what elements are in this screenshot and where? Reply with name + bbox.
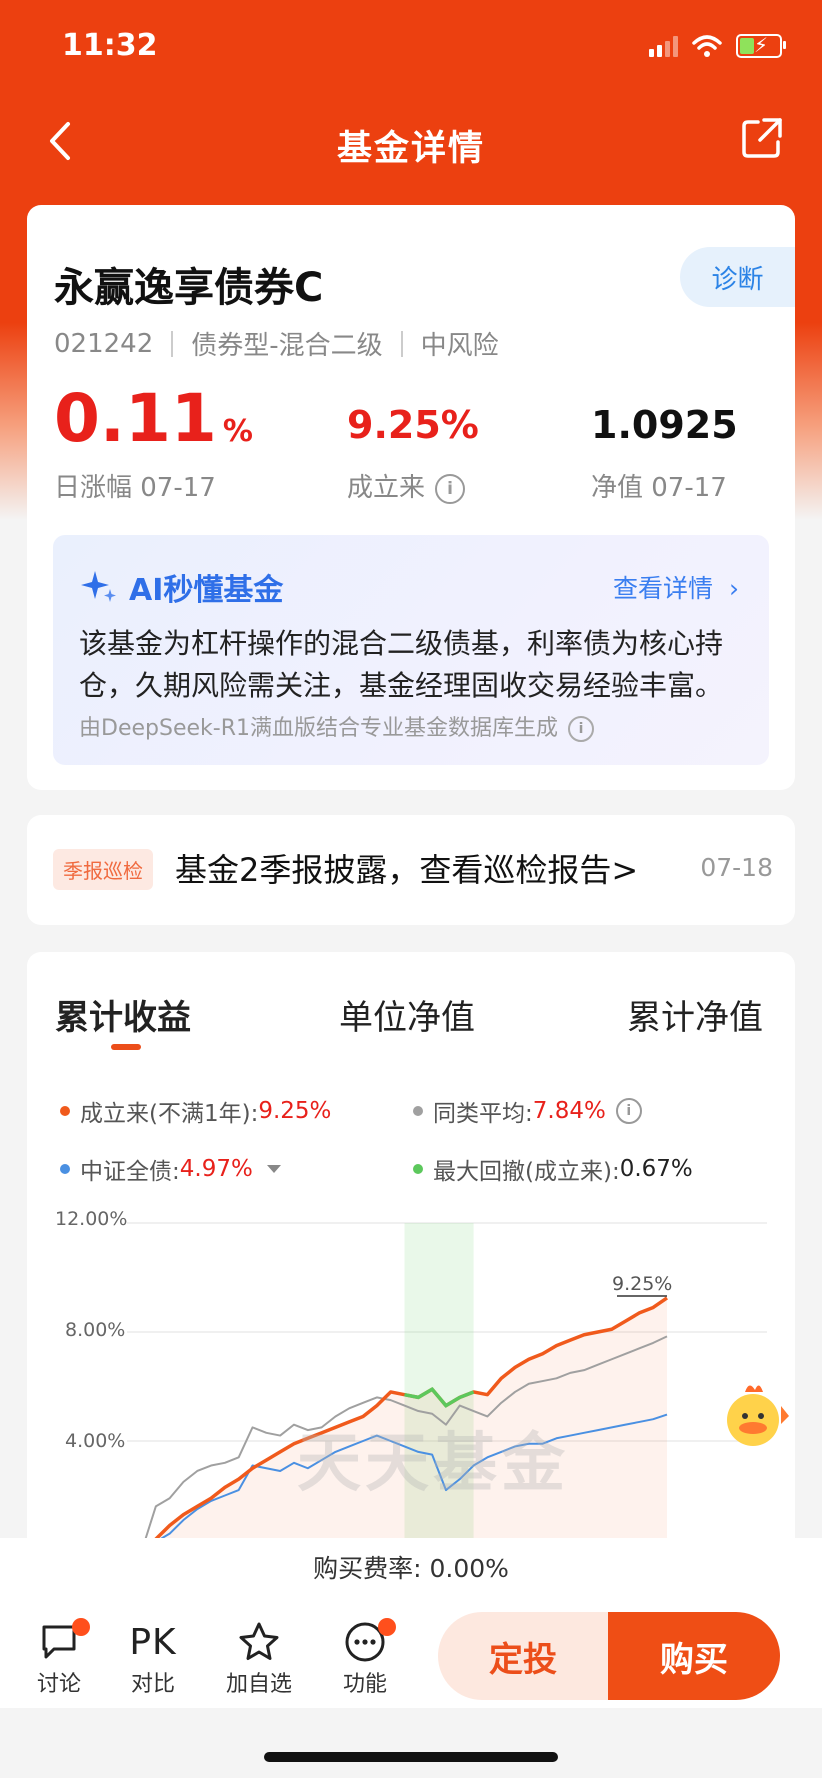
report-text: 基金2季报披露，查看巡检报告> xyxy=(175,851,639,889)
nav-bar: 基金详情 xyxy=(0,96,822,186)
fund-type: 债券型-混合二级 xyxy=(191,331,383,361)
ai-view-details-link[interactable]: 查看详情 › xyxy=(613,569,739,605)
compare-button[interactable]: PK 对比 xyxy=(108,1618,198,1698)
ai-footnote-text: 由DeepSeek-R1满血版结合专业基金数据库生成 xyxy=(79,716,558,741)
pk-icon: PK xyxy=(129,1621,177,1663)
discuss-label: 讨论 xyxy=(36,1672,81,1697)
ai-title-text: AI秒懂基金 xyxy=(129,573,284,608)
discuss-button[interactable]: 讨论 xyxy=(14,1618,104,1698)
since-inception-value: 9.25% xyxy=(347,403,479,447)
status-icons: ⚡ xyxy=(649,33,786,58)
nav-label: 净值 07-17 xyxy=(591,473,727,503)
fund-code: 021242 xyxy=(54,328,154,359)
ai-title: AI秒懂基金 xyxy=(79,565,283,609)
notification-dot xyxy=(378,1618,396,1636)
divider xyxy=(400,330,403,357)
watchlist-label: 加自选 xyxy=(225,1672,292,1697)
cellular-signal-icon xyxy=(649,35,678,57)
watermark: 天天基金 xyxy=(297,1427,569,1501)
info-icon[interactable]: i xyxy=(567,716,594,742)
chevron-right-icon: › xyxy=(729,574,739,603)
status-time: 11:32 xyxy=(62,28,158,63)
ai-footnote: 由DeepSeek-R1满血版结合专业基金数据库生成 i xyxy=(79,710,594,742)
bottom-action-bar: 讨论 PK 对比 加自选 功能 定投 购买 xyxy=(0,1600,822,1708)
functions-button[interactable]: 功能 xyxy=(320,1618,410,1698)
fund-meta: 021242 债券型-混合二级 中风险 xyxy=(54,325,499,362)
report-tag: 季报巡检 xyxy=(53,849,153,890)
divider xyxy=(171,330,174,357)
mascot-icon[interactable] xyxy=(715,1376,795,1456)
sparkle-icon xyxy=(81,571,116,602)
daily-change-label: 日涨幅 07-17 xyxy=(54,473,216,503)
fund-name: 永赢逸享债券C xyxy=(54,265,324,311)
daily-change: 0.11% xyxy=(54,380,253,457)
info-icon[interactable]: i xyxy=(435,473,466,504)
functions-label: 功能 xyxy=(342,1672,387,1697)
daily-change-value: 0.11 xyxy=(54,380,217,457)
ai-summary-box[interactable]: AI秒懂基金 查看详情 › 该基金为杠杆操作的混合二级债基，利率债为核心持仓，久… xyxy=(53,535,769,765)
since-inception-label: 成立来 i xyxy=(347,467,466,504)
diagnose-button[interactable]: 诊断 xyxy=(680,247,795,307)
nav-value: 1.0925 xyxy=(591,403,738,447)
ai-view-details-text: 查看详情 xyxy=(613,574,714,603)
chart-card: 累计收益 单位净值 累计净值 成立来(不满1年): 9.25% 同类平均: 7.… xyxy=(27,952,795,1552)
wifi-icon xyxy=(692,35,722,57)
daily-change-unit: % xyxy=(222,414,253,449)
fund-summary-card: 永赢逸享债券C 诊断 021242 债券型-混合二级 中风险 0.11% 日涨幅… xyxy=(27,205,795,790)
page-title: 基金详情 xyxy=(336,129,485,169)
status-bar: 11:32 ⚡ xyxy=(0,0,822,96)
report-date: 07-18 xyxy=(700,853,773,882)
report-card[interactable]: 季报巡检 基金2季报披露，查看巡检报告> 07-18 xyxy=(27,815,795,925)
share-icon[interactable] xyxy=(740,116,784,160)
compare-label: 对比 xyxy=(130,1672,175,1697)
buy-button[interactable]: 购买 xyxy=(608,1612,780,1700)
home-indicator xyxy=(264,1752,558,1762)
sip-button[interactable]: 定投 xyxy=(438,1612,608,1700)
since-inception-text: 成立来 xyxy=(347,473,426,503)
purchase-fee: 购买费率: 0.00% xyxy=(0,1538,822,1601)
fund-risk: 中风险 xyxy=(420,331,499,361)
battery-icon: ⚡ xyxy=(736,33,786,58)
star-icon xyxy=(239,1622,279,1660)
notification-dot xyxy=(72,1618,90,1636)
add-watchlist-button[interactable]: 加自选 xyxy=(214,1618,304,1698)
end-value-label: 9.25% xyxy=(612,1273,672,1295)
ai-summary-text: 该基金为杠杆操作的混合二级债基，利率债为核心持仓，久期风险需关注，基金经理固收交… xyxy=(79,627,724,702)
